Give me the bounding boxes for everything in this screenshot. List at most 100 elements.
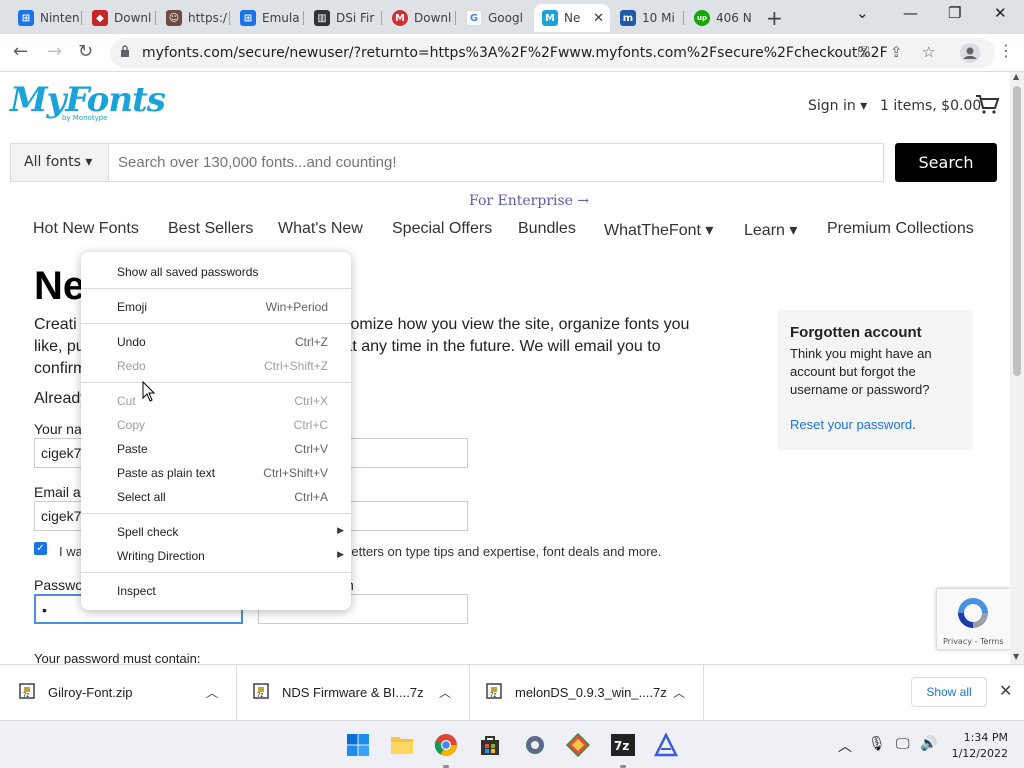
- download-item[interactable]: 7z melonDS_0.9.3_win_....7z ︿: [470, 665, 704, 721]
- menu-item-cut[interactable]: Cut Ctrl+X: [81, 389, 351, 413]
- browser-tab[interactable]: ⊞ Emula: [232, 4, 304, 32]
- show-all-downloads-button[interactable]: Show all: [911, 677, 987, 707]
- search-input[interactable]: [118, 154, 818, 171]
- scroll-down-icon[interactable]: ▼: [1013, 652, 1019, 661]
- reload-icon[interactable]: ↻: [78, 41, 93, 62]
- browser-tab[interactable]: G Googl: [458, 4, 532, 32]
- file-explorer-icon[interactable]: [389, 732, 415, 758]
- page-scrollbar[interactable]: ▲ ▼: [1010, 72, 1024, 664]
- browser-tab[interactable]: ⊞ Ninten: [10, 4, 82, 32]
- nav-special-offers[interactable]: Special Offers: [392, 220, 492, 238]
- menu-item-writing-direction[interactable]: Writing Direction ▶: [81, 544, 351, 568]
- chevron-up-icon[interactable]: ︿: [439, 684, 451, 701]
- new-tab-icon[interactable]: +: [766, 6, 783, 30]
- tab-favicon-icon: ⊞: [240, 10, 256, 26]
- browser-tab[interactable]: up 406 N: [686, 4, 758, 32]
- link-period: .: [912, 417, 916, 432]
- share-icon[interactable]: ⇪: [890, 43, 903, 61]
- nav-bundles[interactable]: Bundles: [518, 220, 576, 238]
- menu-item-spell-check[interactable]: Spell check ▶: [81, 520, 351, 544]
- download-item[interactable]: 7z Gilroy-Font.zip ︿: [0, 665, 237, 721]
- submenu-arrow-icon: ▶: [337, 549, 344, 559]
- tab-title: 10 Mi: [642, 11, 675, 25]
- svg-text:7z: 7z: [23, 693, 29, 699]
- menu-item-select-all[interactable]: Select all Ctrl+A: [81, 485, 351, 509]
- reset-password-link[interactable]: Reset your password: [790, 417, 912, 432]
- store-icon[interactable]: [477, 732, 503, 758]
- download-filename: NDS Firmware & BI....7z: [282, 685, 424, 700]
- archive-file-icon: 7z: [19, 683, 35, 699]
- scrollbar-thumb[interactable]: [1013, 86, 1021, 376]
- cart-icon[interactable]: [975, 94, 999, 114]
- search-category-dropdown[interactable]: All fonts ▾: [11, 144, 109, 181]
- menu-item-paste-plain-text[interactable]: Paste as plain text Ctrl+Shift+V: [81, 461, 351, 485]
- menu-item-label: Show all saved passwords: [117, 265, 259, 279]
- volume-icon[interactable]: 🔊: [920, 736, 937, 752]
- nav-hot-new-fonts[interactable]: Hot New Fonts: [33, 220, 139, 238]
- menu-item-inspect[interactable]: Inspect: [81, 579, 351, 603]
- nav-learn[interactable]: Learn ▾: [744, 220, 797, 240]
- menu-item-paste[interactable]: Paste Ctrl+V: [81, 437, 351, 461]
- windows-start-icon[interactable]: [345, 732, 371, 758]
- close-window-icon[interactable]: ✕: [994, 4, 1007, 22]
- nav-premium-collections[interactable]: Premium Collections: [827, 220, 974, 238]
- menu-item-emoji[interactable]: Emoji Win+Period: [81, 295, 351, 319]
- minimize-icon[interactable]: —: [903, 4, 918, 22]
- browser-tab[interactable]: ▥ DSi Fir: [306, 4, 382, 32]
- download-item[interactable]: 7z NDS Firmware & BI....7z ︿: [237, 665, 470, 721]
- scroll-up-icon[interactable]: ▲: [1013, 72, 1019, 81]
- browser-menu-icon[interactable]: ⋮: [998, 41, 1014, 60]
- recaptcha-badge[interactable]: Privacy - Terms: [936, 588, 1010, 650]
- bookmark-star-icon[interactable]: ☆: [922, 43, 935, 61]
- menu-item-copy[interactable]: Copy Ctrl+C: [81, 413, 351, 437]
- tab-favicon-icon: ⊞: [18, 10, 34, 26]
- browser-tab[interactable]: ☺ https:/: [158, 4, 230, 32]
- network-icon[interactable]: 🖵: [896, 736, 910, 752]
- menu-item-label: Spell check: [117, 525, 179, 539]
- close-tab-icon[interactable]: ✕: [593, 11, 604, 26]
- menu-item-shortcut: Ctrl+V: [294, 442, 328, 456]
- nav-whats-new[interactable]: What's New: [278, 220, 363, 238]
- browser-tab-active[interactable]: M Ne ✕: [534, 4, 610, 32]
- app-icon[interactable]: [653, 732, 679, 758]
- search-button[interactable]: Search: [895, 143, 997, 182]
- 7zip-icon[interactable]: 7z: [610, 732, 636, 758]
- sign-in-menu[interactable]: Sign in ▾: [808, 98, 867, 114]
- email-label: Email a: [34, 484, 81, 500]
- browser-tab[interactable]: ◆ Downl: [84, 4, 156, 32]
- tab-title: 406 N: [716, 11, 752, 25]
- menu-item-redo[interactable]: Redo Ctrl+Shift+Z: [81, 354, 351, 378]
- menu-item-shortcut: Ctrl+X: [294, 394, 328, 408]
- system-clock[interactable]: 1:34 PM 1/12/2022: [950, 730, 1008, 762]
- browser-tab[interactable]: m 10 Mi: [612, 4, 684, 32]
- menu-divider: [81, 572, 351, 573]
- nav-best-sellers[interactable]: Best Sellers: [168, 220, 253, 238]
- menu-item-show-saved-passwords[interactable]: Show all saved passwords: [81, 260, 351, 284]
- for-enterprise-link[interactable]: For Enterprise →: [469, 193, 589, 209]
- menu-item-undo[interactable]: Undo Ctrl+Z: [81, 330, 351, 354]
- tab-search-icon[interactable]: ⌄: [856, 4, 869, 22]
- address-bar[interactable]: myfonts.com/secure/newuser/?returnto=htt…: [110, 38, 995, 68]
- show-hidden-icons-icon[interactable]: ︿: [838, 736, 852, 756]
- download-bar: 7z Gilroy-Font.zip ︿ 7z NDS Firmware & B…: [0, 664, 1024, 721]
- chrome-icon[interactable]: [433, 732, 459, 758]
- nav-whatthefont[interactable]: WhatTheFont ▾: [604, 220, 713, 240]
- cart-summary[interactable]: 1 items, $0.00: [880, 98, 981, 114]
- melonds-icon[interactable]: [565, 732, 591, 758]
- back-icon[interactable]: ←: [13, 41, 28, 62]
- recaptcha-terms[interactable]: Privacy - Terms: [943, 637, 1004, 646]
- key-icon[interactable]: ⚿: [858, 43, 869, 61]
- tab-favicon-icon: ▥: [314, 10, 330, 26]
- restore-icon[interactable]: ❐: [948, 4, 961, 22]
- newsletter-checkbox[interactable]: ✓: [34, 542, 47, 555]
- chevron-up-icon[interactable]: ︿: [673, 684, 685, 701]
- forgotten-account-box: Forgotten account Think you might have a…: [778, 310, 973, 450]
- settings-gear-icon[interactable]: [522, 732, 548, 758]
- browser-tab[interactable]: M Downl: [384, 4, 456, 32]
- profile-avatar-icon[interactable]: [960, 43, 980, 63]
- chevron-up-icon[interactable]: ︿: [206, 684, 218, 701]
- forward-icon[interactable]: →: [47, 41, 62, 62]
- menu-divider: [81, 513, 351, 514]
- close-download-bar-icon[interactable]: ✕: [999, 681, 1012, 701]
- microphone-icon[interactable]: 🎙: [868, 736, 886, 752]
